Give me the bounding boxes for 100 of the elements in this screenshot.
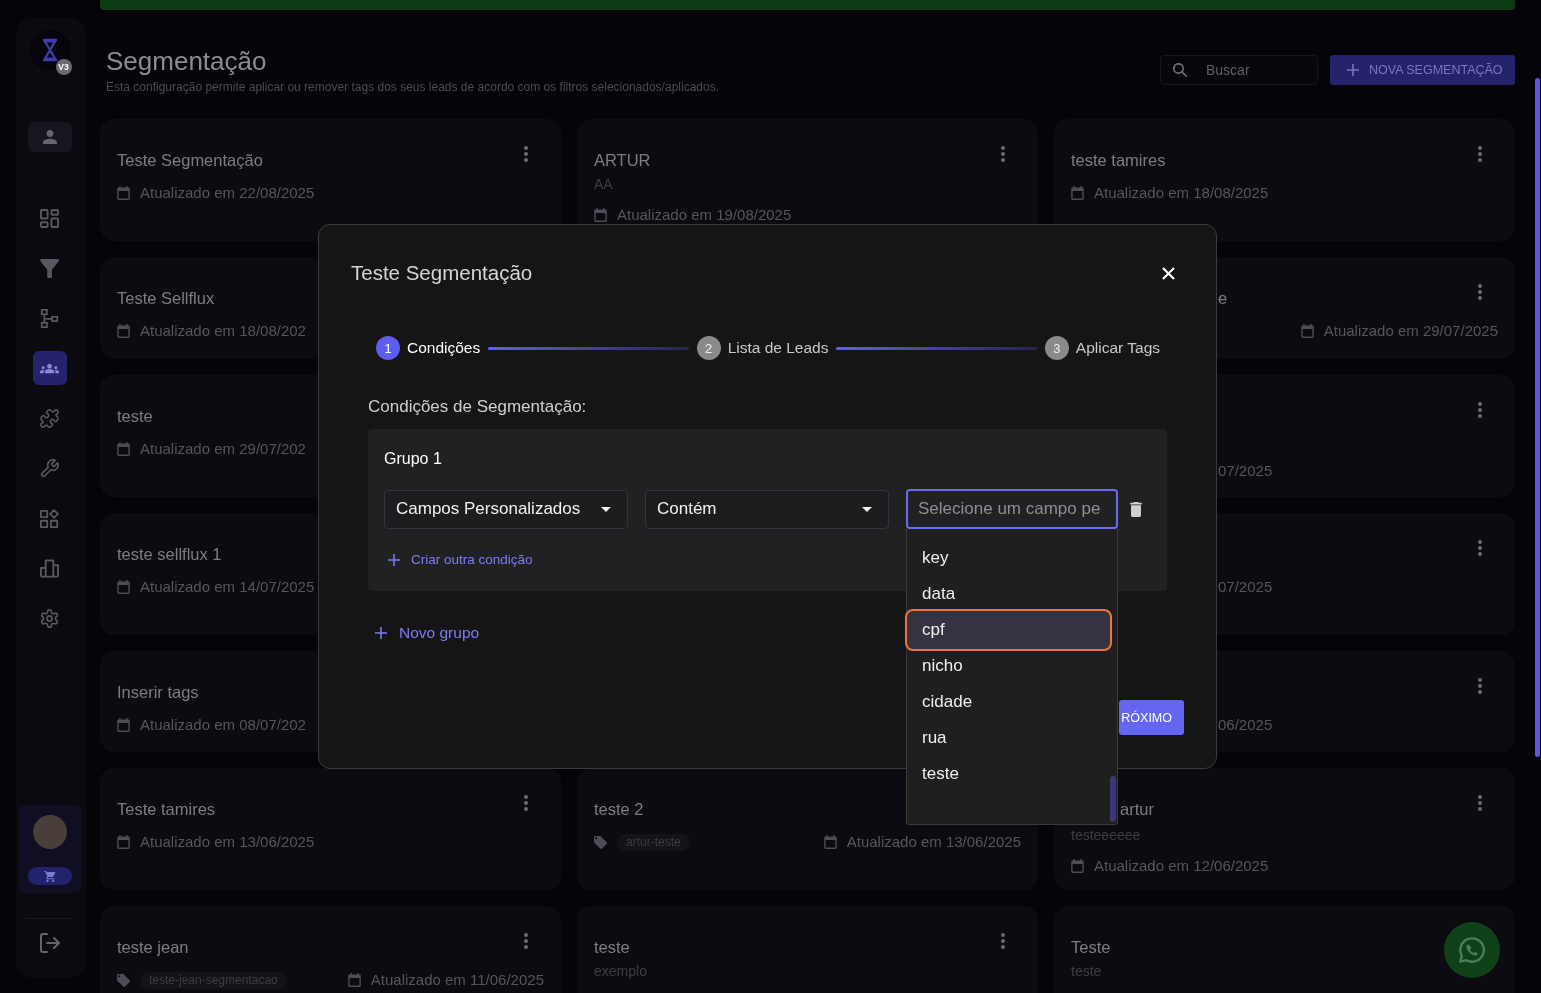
search-icon xyxy=(1173,63,1187,77)
cart-icon xyxy=(43,870,56,882)
card-title: teste xyxy=(117,406,153,427)
step-number: 3 xyxy=(1044,336,1069,360)
calendar-icon xyxy=(117,324,130,338)
more-icon[interactable] xyxy=(1478,284,1482,300)
updated-date: Atualizado em 13/06/2025 xyxy=(846,834,1021,850)
step-number: 1 xyxy=(376,336,400,360)
caret-icon xyxy=(601,506,611,512)
dropdown-option[interactable]: data xyxy=(905,576,1112,612)
dashboard-icon xyxy=(40,208,59,228)
add-group-link[interactable]: Novo grupo xyxy=(375,623,480,643)
step-label: Lista de Leads xyxy=(727,339,829,357)
more-icon[interactable] xyxy=(1478,402,1482,418)
nav-item[interactable] xyxy=(32,351,67,385)
more-icon[interactable] xyxy=(1001,146,1005,162)
more-icon[interactable] xyxy=(1478,678,1482,694)
updated-date: Atualizado em 29/07/2025 xyxy=(1323,323,1498,339)
dropdown-option[interactable]: cpf xyxy=(905,609,1112,651)
more-icon[interactable] xyxy=(524,146,528,162)
card-title: Teste Sellflux xyxy=(117,288,215,309)
calendar-icon xyxy=(823,835,837,849)
card-title: Teste tamires xyxy=(117,799,216,820)
add-condition-link[interactable]: Criar outra condição xyxy=(388,552,533,568)
flowchart-icon xyxy=(40,308,59,328)
card-title: Teste Segmentação xyxy=(117,150,263,171)
hourglass-logo xyxy=(29,30,70,70)
calendar-icon xyxy=(117,835,130,849)
card-title: teste 2 xyxy=(594,799,644,820)
card-title: artur xyxy=(1120,799,1154,820)
section-title: Condições de Segmentação: xyxy=(368,396,587,418)
step-label: Aplicar Tags xyxy=(1075,339,1160,357)
calendar-icon xyxy=(1071,859,1084,873)
calendar-icon xyxy=(117,580,130,594)
more-icon[interactable] xyxy=(1478,540,1482,556)
step-label: Condições xyxy=(407,339,481,357)
cart-button[interactable] xyxy=(27,867,72,885)
plus-icon xyxy=(388,554,400,566)
calendar-icon xyxy=(594,208,607,222)
updated-date: Atualizado em 13/06/2025 xyxy=(140,834,315,850)
tag-icon xyxy=(594,835,607,849)
updated-date: Atualizado em 08/07/202 xyxy=(140,717,306,733)
card-title: Inserir tags xyxy=(117,682,199,703)
updated-date: Atualizado em 22/08/2025 xyxy=(140,185,315,201)
close-icon[interactable] xyxy=(1162,266,1175,280)
wrench-icon xyxy=(40,458,59,478)
bar-chart-icon xyxy=(40,558,59,578)
dropdown-option[interactable]: key xyxy=(905,540,1112,576)
scrollbar-thumb[interactable] xyxy=(1110,776,1116,822)
card-title: Teste xyxy=(1071,937,1111,958)
caret-icon xyxy=(862,506,872,512)
plus-icon xyxy=(1347,64,1359,76)
calendar-icon xyxy=(117,718,130,732)
field-select[interactable]: Campos Personalizados xyxy=(384,489,628,529)
updated-date: 06/2025 xyxy=(1218,717,1273,733)
next-button[interactable]: RÓXIMO xyxy=(1119,700,1184,735)
updated-date: Atualizado em 18/08/202 xyxy=(140,323,306,339)
segment-card[interactable]: Teste tamires Atualizado em 13/06/2025 xyxy=(100,768,561,890)
segment-card[interactable]: Teste Segmentação Atualizado em 22/08/2025 xyxy=(100,119,561,241)
updated-date: 07/2025 xyxy=(1218,463,1273,479)
card-title: teste sellflux 1 xyxy=(117,544,222,565)
plus-icon xyxy=(375,627,387,639)
card-title: teste jean xyxy=(117,937,189,958)
group-title: Grupo 1 xyxy=(384,449,442,469)
dropdown-option[interactable]: nicho xyxy=(905,648,1112,684)
calendar-icon xyxy=(1300,324,1314,338)
profile-button[interactable] xyxy=(27,122,72,152)
card-title: e xyxy=(1218,288,1228,309)
card-title: teste xyxy=(594,937,630,958)
chat-bubble-icon xyxy=(1459,937,1485,963)
search-field[interactable]: Buscar xyxy=(1160,55,1318,85)
more-icon[interactable] xyxy=(1478,146,1482,162)
card-title: teste tamires xyxy=(1071,150,1166,171)
page-title: Segmentação xyxy=(106,45,268,77)
updated-date: Atualizado em 14/07/2025 xyxy=(140,579,315,595)
new-segmentation-button[interactable]: NOVA SEGMENTAÇÃO xyxy=(1330,55,1515,85)
more-icon[interactable] xyxy=(1478,795,1482,811)
more-icon[interactable] xyxy=(1001,933,1005,949)
scrollbar-thumb[interactable] xyxy=(1535,78,1540,757)
dropdown-option[interactable]: cidade xyxy=(905,684,1112,720)
card-title: ARTUR xyxy=(594,150,651,171)
more-icon[interactable] xyxy=(524,933,528,949)
more-icon[interactable] xyxy=(524,795,528,811)
page-subtitle: Esta configuração permite aplicar ou remover tags dos seus leads de acordo com os filtros selecionados/aplicados. xyxy=(106,79,719,95)
calendar-icon xyxy=(117,186,130,200)
trash-icon[interactable] xyxy=(1130,501,1142,517)
dropdown-option[interactable]: rua xyxy=(905,720,1112,756)
person-icon xyxy=(42,130,57,144)
updated-date: 07/2025 xyxy=(1218,579,1273,595)
updated-date: Atualizado em 12/06/2025 xyxy=(1094,858,1269,874)
calendar-icon xyxy=(1071,186,1084,200)
logout-icon[interactable] xyxy=(39,933,60,953)
segment-card[interactable]: teste tamires Atualizado em 18/08/2025 xyxy=(1054,119,1515,241)
updated-date: Atualizado em 19/08/2025 xyxy=(617,207,792,223)
calendar-icon xyxy=(117,442,130,456)
funnel-icon xyxy=(40,258,59,278)
value-input[interactable]: Selecione um campo pe xyxy=(906,489,1118,529)
shapes-icon xyxy=(40,508,59,528)
operator-select[interactable]: Contém xyxy=(645,489,889,529)
puzzle-icon xyxy=(40,408,59,428)
